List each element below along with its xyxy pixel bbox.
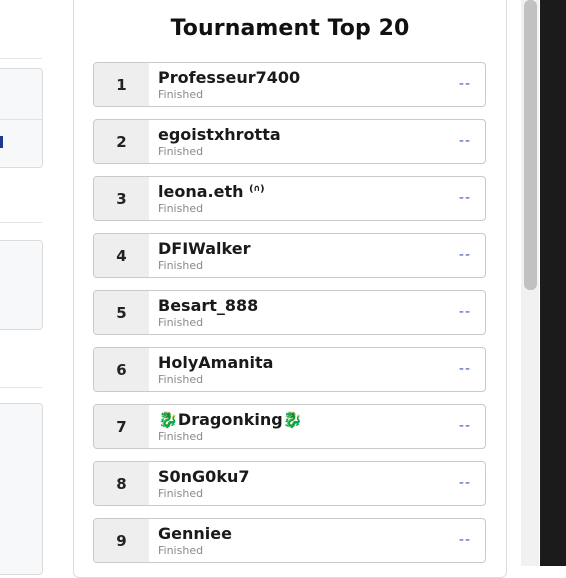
player-name: S0nG0ku7 [158, 467, 250, 486]
leaderboard-row[interactable]: 4 DFIWalker Finished -- [93, 233, 486, 278]
rank-number: 2 [94, 120, 149, 163]
player-score: -- [458, 304, 471, 320]
player-score: -- [458, 532, 471, 548]
left-divider [0, 58, 42, 59]
left-divider [0, 222, 42, 223]
leaderboard-row[interactable]: 7 🐉Dragonking🐉 Finished -- [93, 404, 486, 449]
window-edge [540, 0, 566, 566]
player-name: HolyAmanita [158, 353, 274, 372]
player-status: Finished [158, 430, 204, 443]
player-status: Finished [158, 316, 204, 329]
player-name: Besart_888 [158, 296, 259, 315]
rank-number: 3 [94, 177, 149, 220]
leaderboard-row[interactable]: 8 S0nG0ku7 Finished -- [93, 461, 486, 506]
player-status: Finished [158, 544, 204, 557]
rank-number: 4 [94, 234, 149, 277]
leaderboard-row[interactable]: 9 Genniee Finished -- [93, 518, 486, 563]
left-card-separator [0, 119, 42, 120]
player-name: leona.eth ⁽ᐢ⁾ [158, 182, 265, 201]
player-name: Genniee [158, 524, 232, 543]
player-score: -- [458, 247, 471, 263]
leaderboard-row[interactable]: 6 HolyAmanita Finished -- [93, 347, 486, 392]
player-status: Finished [158, 373, 204, 386]
player-status: Finished [158, 88, 204, 101]
player-name: DFIWalker [158, 239, 251, 258]
player-status: Finished [158, 202, 204, 215]
player-name: 🐉Dragonking🐉 [158, 410, 303, 429]
player-name: egoistxhrotta [158, 125, 281, 144]
player-score: -- [458, 418, 471, 434]
player-name: Professeur7400 [158, 68, 301, 87]
left-divider [0, 387, 42, 388]
leaderboard-title: Tournament Top 20 [170, 16, 410, 41]
player-score: -- [458, 133, 471, 149]
player-status: Finished [158, 259, 204, 272]
rank-number: 9 [94, 519, 149, 562]
rank-number: 7 [94, 405, 149, 448]
player-score: -- [458, 361, 471, 377]
rank-number: 5 [94, 291, 149, 334]
left-card[interactable] [0, 68, 43, 168]
left-card-marker [0, 136, 3, 148]
leaderboard-row[interactable]: 1 Professeur7400 Finished -- [93, 62, 486, 107]
leaderboard-row[interactable]: 3 leona.eth ⁽ᐢ⁾ Finished -- [93, 176, 486, 221]
rank-number: 8 [94, 462, 149, 505]
left-card[interactable] [0, 240, 43, 330]
player-score: -- [458, 475, 471, 491]
rank-number: 6 [94, 348, 149, 391]
leaderboard-row[interactable]: 2 egoistxhrotta Finished -- [93, 119, 486, 164]
left-card[interactable] [0, 403, 43, 575]
leaderboard-row[interactable]: 5 Besart_888 Finished -- [93, 290, 486, 335]
player-score: -- [458, 190, 471, 206]
scrollbar-thumb[interactable] [524, 0, 537, 290]
player-score: -- [458, 76, 471, 92]
leaderboard-panel: Tournament Top 20 1 Professeur7400 Finis… [73, 0, 507, 578]
rank-number: 1 [94, 63, 149, 106]
player-status: Finished [158, 487, 204, 500]
player-status: Finished [158, 145, 204, 158]
